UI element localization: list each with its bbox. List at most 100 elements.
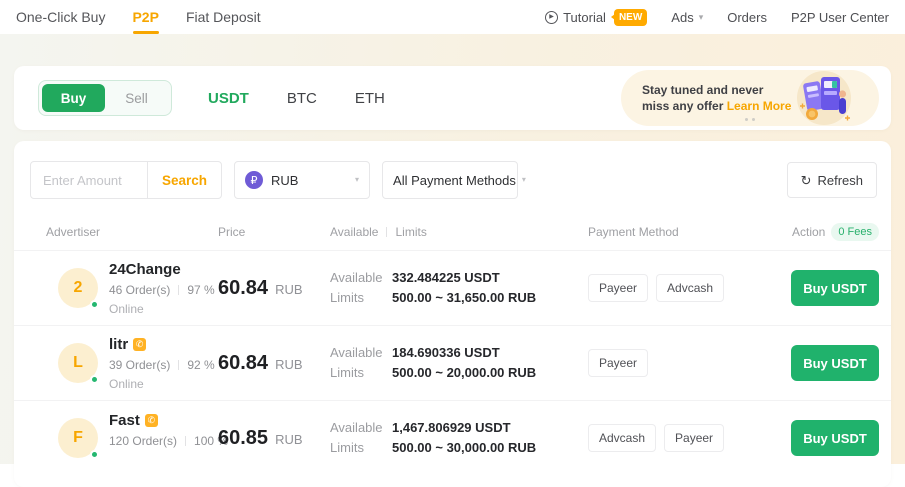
online-status: Online — [109, 377, 215, 391]
table-header: Advertiser Price AvailableLimits Payment… — [14, 223, 891, 241]
learn-more-link[interactable]: Learn More — [727, 99, 792, 113]
new-badge: NEW — [614, 9, 647, 26]
online-status — [109, 453, 228, 465]
promo-text: Stay tuned and never miss any offer Lear… — [642, 82, 792, 114]
price-value: 60.85 — [218, 427, 268, 450]
online-status-dot — [90, 375, 99, 384]
page-background: Buy Sell USDT BTC ETH Stay tuned and nev… — [0, 34, 905, 464]
price-value: 60.84 — [218, 352, 268, 375]
zero-fees-badge: 0 Fees — [831, 223, 879, 241]
orders-count: 39 Order(s) — [109, 358, 170, 372]
header-price: Price — [218, 225, 330, 239]
amount-input[interactable] — [31, 173, 147, 188]
advertiser-avatar[interactable]: F — [58, 418, 98, 458]
buy-sell-toggle: Buy Sell — [38, 80, 172, 116]
refresh-icon: ↻ — [801, 174, 812, 187]
header-available-limits: AvailableLimits — [330, 225, 588, 239]
available-value: 1,467.806929 USDT — [392, 419, 511, 437]
nav-tabs: One-Click Buy P2P Fiat Deposit — [16, 0, 261, 34]
tab-one-click-buy[interactable]: One-Click Buy — [16, 0, 105, 34]
promo-illustration — [794, 70, 854, 126]
price-unit: RUB — [275, 357, 302, 372]
payment-chip: Advcash — [656, 274, 724, 302]
tab-p2p[interactable]: P2P — [132, 0, 158, 34]
limits-value: 500.00 ~ 31,650.00 RUB — [392, 289, 536, 307]
amount-search-group: Search — [30, 161, 222, 199]
ads-label: Ads — [671, 10, 693, 25]
payment-chip: Payeer — [588, 349, 648, 377]
p2p-user-center-link[interactable]: P2P User Center — [791, 10, 889, 25]
currency-value: RUB — [271, 173, 349, 188]
filter-row: Search ₽ RUB ▾ All Payment Methods ▾ ↻ R… — [14, 141, 891, 199]
header-action: Action 0 Fees — [729, 223, 879, 241]
offer-row: 2 24Change 46 Order(s) 97 % Online — [14, 250, 891, 325]
available-label: Available — [330, 344, 392, 362]
orders-count: 46 Order(s) — [109, 283, 170, 297]
avatar-letter: 2 — [74, 279, 83, 297]
phone-verified-badge-icon: ✆ — [133, 338, 146, 351]
limits-value: 500.00 ~ 30,000.00 RUB — [392, 439, 536, 457]
payment-method-value: All Payment Methods — [393, 173, 516, 188]
completion-rate: 97 % — [187, 283, 214, 297]
advertiser-avatar[interactable]: L — [58, 343, 98, 383]
advertiser-avatar[interactable]: 2 — [58, 268, 98, 308]
payment-chip: Advcash — [588, 424, 656, 452]
header-payment-method: Payment Method — [588, 225, 729, 239]
tutorial-link[interactable]: ▶ Tutorial NEW — [545, 9, 647, 26]
advertiser-name[interactable]: litr — [109, 336, 128, 353]
play-circle-icon: ▶ — [545, 11, 558, 24]
coin-tabs: USDT BTC ETH — [208, 90, 385, 107]
limits-value: 500.00 ~ 20,000.00 RUB — [392, 364, 536, 382]
refresh-button[interactable]: ↻ Refresh — [787, 162, 877, 198]
coin-tab-usdt[interactable]: USDT — [208, 90, 249, 107]
sell-tab[interactable]: Sell — [105, 84, 168, 112]
payment-chip: Payeer — [664, 424, 724, 452]
orders-link[interactable]: Orders — [727, 10, 767, 25]
limits-label: Limits — [330, 364, 392, 382]
online-status-dot — [90, 450, 99, 459]
avatar-letter: F — [73, 429, 83, 447]
completion-rate: 92 % — [187, 358, 214, 372]
avatar-letter: L — [73, 354, 83, 372]
search-button[interactable]: Search — [148, 173, 221, 188]
header-advertiser: Advertiser — [30, 225, 218, 239]
promo-banner: Stay tuned and never miss any offer Lear… — [621, 70, 879, 126]
available-label: Available — [330, 269, 392, 287]
available-label: Available — [330, 419, 392, 437]
phone-verified-badge-icon: ✆ — [145, 414, 158, 427]
nav-links: ▶ Tutorial NEW Ads ▾ Orders P2P User Cen… — [545, 9, 889, 26]
available-value: 184.690336 USDT — [392, 344, 500, 362]
price-unit: RUB — [275, 282, 302, 297]
currency-select[interactable]: ₽ RUB ▾ — [234, 161, 370, 199]
p2p-user-center-label: P2P User Center — [791, 10, 889, 25]
market-controls-card: Buy Sell USDT BTC ETH Stay tuned and nev… — [14, 66, 891, 130]
payment-chip: Payeer — [588, 274, 648, 302]
price-value: 60.84 — [218, 277, 268, 300]
buy-usdt-button[interactable]: Buy USDT — [791, 420, 879, 456]
coin-tab-btc[interactable]: BTC — [287, 90, 317, 107]
advertiser-name[interactable]: Fast — [109, 412, 140, 429]
top-navigation: One-Click Buy P2P Fiat Deposit ▶ Tutoria… — [0, 0, 905, 34]
tutorial-label: Tutorial — [563, 10, 606, 25]
ads-menu[interactable]: Ads ▾ — [671, 10, 703, 25]
advertiser-name[interactable]: 24Change — [109, 261, 181, 278]
offers-list: 2 24Change 46 Order(s) 97 % Online — [14, 250, 891, 475]
buy-usdt-button[interactable]: Buy USDT — [791, 270, 879, 306]
offer-row: L litr ✆ 39 Order(s) 92 % Onli — [14, 325, 891, 400]
chevron-down-icon: ▾ — [522, 176, 526, 184]
payment-method-select[interactable]: All Payment Methods ▾ — [382, 161, 518, 199]
chevron-down-icon: ▾ — [699, 13, 704, 22]
orders-label: Orders — [727, 10, 767, 25]
available-value: 332.484225 USDT — [392, 269, 500, 287]
tab-fiat-deposit[interactable]: Fiat Deposit — [186, 0, 261, 34]
refresh-label: Refresh — [817, 173, 863, 188]
chevron-down-icon: ▾ — [355, 176, 359, 184]
coin-tab-eth[interactable]: ETH — [355, 90, 385, 107]
buy-tab[interactable]: Buy — [42, 84, 105, 112]
buy-usdt-button[interactable]: Buy USDT — [791, 345, 879, 381]
carousel-dots[interactable] — [745, 118, 755, 121]
offers-card: Search ₽ RUB ▾ All Payment Methods ▾ ↻ R… — [14, 141, 891, 487]
ruble-currency-icon: ₽ — [245, 171, 263, 189]
limits-label: Limits — [330, 439, 392, 457]
online-status: Online — [109, 302, 215, 316]
